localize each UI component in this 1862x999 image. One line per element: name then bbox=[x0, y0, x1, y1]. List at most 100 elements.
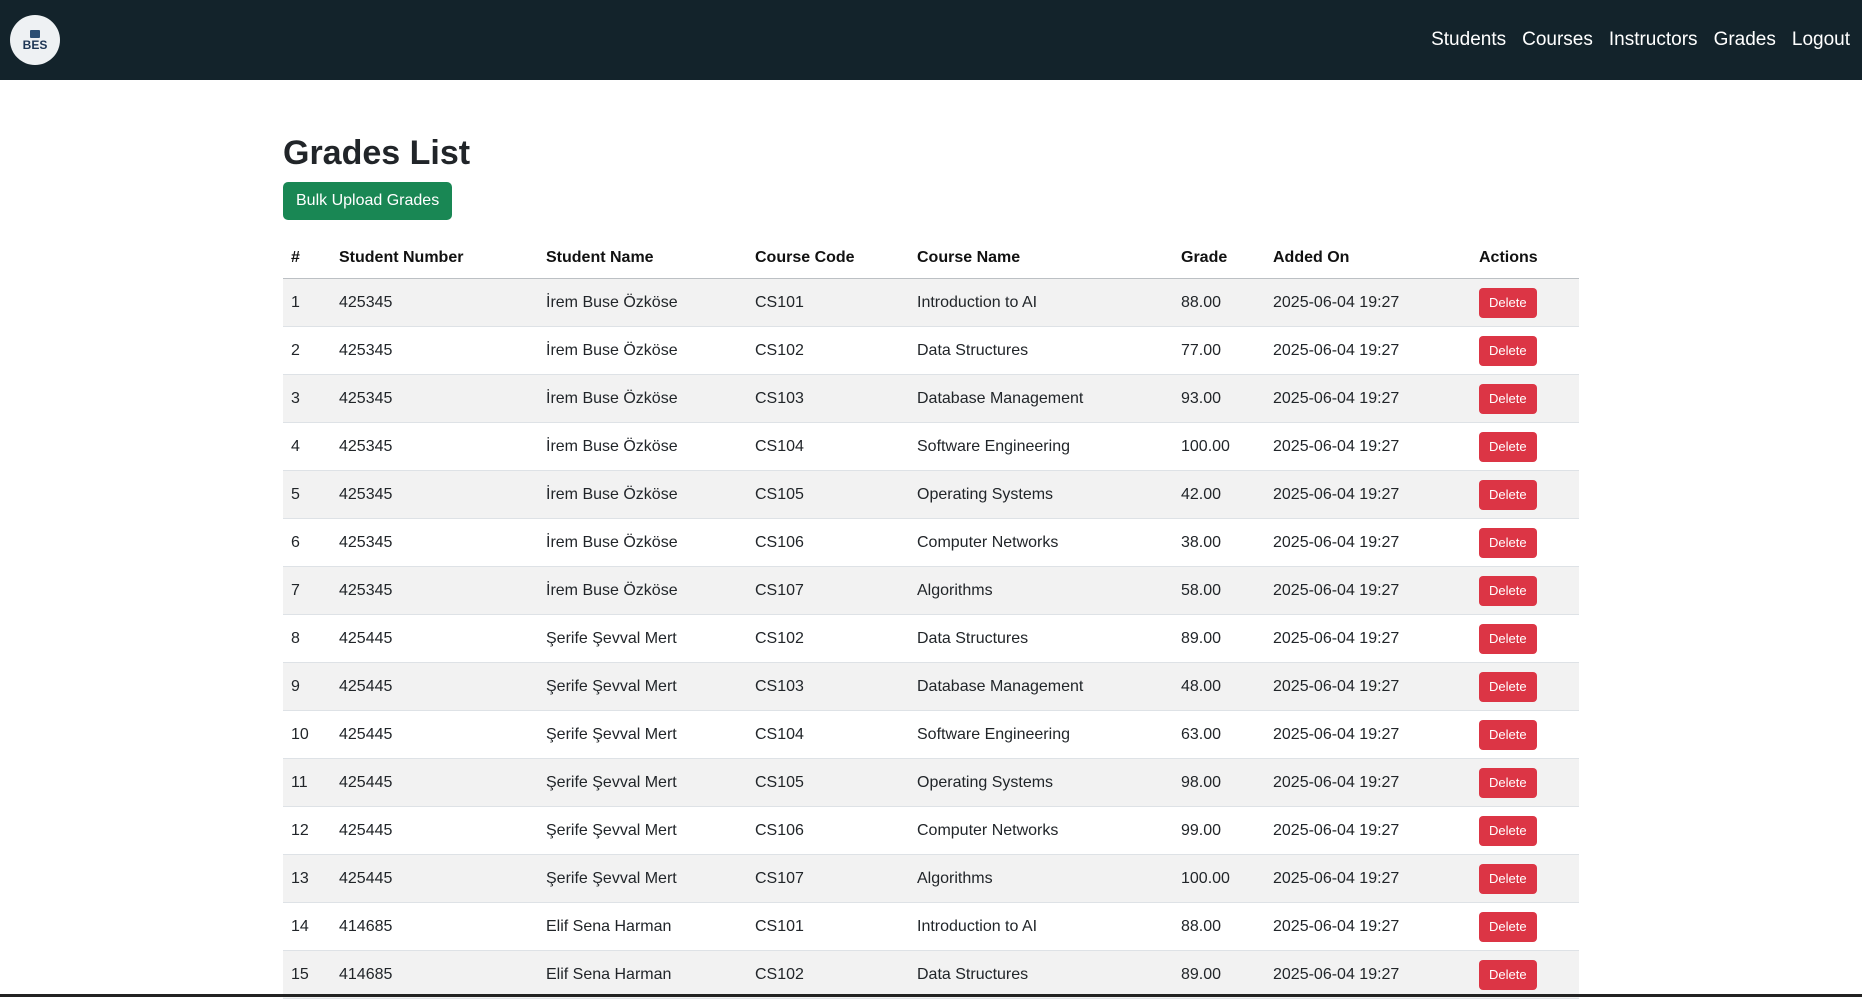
cell-course-name: Algorithms bbox=[909, 566, 1173, 615]
logo-text: BES bbox=[22, 37, 48, 52]
table-row: 12 425445 Şerife Şevval Mert CS106 Computer … bbox=[283, 806, 1579, 855]
cell-grade: 89.00 bbox=[1173, 950, 1265, 999]
delete-button[interactable]: Delete bbox=[1479, 575, 1537, 606]
bulk-upload-button[interactable]: Bulk Upload Grades bbox=[283, 182, 453, 220]
cell-course-code: CS105 bbox=[747, 470, 909, 519]
delete-button[interactable]: Delete bbox=[1479, 335, 1537, 366]
cell-actions: Delete bbox=[1471, 854, 1579, 903]
logo[interactable]: BES bbox=[10, 15, 60, 65]
cell-actions: Delete bbox=[1471, 326, 1579, 375]
cell-grade: 88.00 bbox=[1173, 278, 1265, 327]
cell-student-name: İrem Buse Özköse bbox=[538, 422, 747, 471]
cell-index: 1 bbox=[283, 278, 331, 327]
nav-link-students[interactable]: Students bbox=[1431, 29, 1506, 51]
header-course-code: Course Code bbox=[747, 238, 909, 279]
cell-actions: Delete bbox=[1471, 278, 1579, 327]
cell-index: 2 bbox=[283, 326, 331, 375]
table-body: 1 425345 İrem Buse Özköse CS101 Introduction… bbox=[283, 278, 1579, 999]
nav-link-instructors[interactable]: Instructors bbox=[1609, 29, 1698, 51]
cell-student-name: İrem Buse Özköse bbox=[538, 278, 747, 327]
cell-course-name: Data Structures bbox=[909, 950, 1173, 999]
cell-index: 15 bbox=[283, 950, 331, 999]
cell-actions: Delete bbox=[1471, 518, 1579, 567]
delete-button[interactable]: Delete bbox=[1479, 719, 1537, 750]
cell-course-code: CS106 bbox=[747, 806, 909, 855]
cell-student-number: 425445 bbox=[331, 662, 538, 711]
delete-button[interactable]: Delete bbox=[1479, 959, 1537, 990]
cell-student-name: Şerife Şevval Mert bbox=[538, 806, 747, 855]
cell-course-name: Database Management bbox=[909, 374, 1173, 423]
table-row: 6 425345 İrem Buse Özköse CS106 Computer Net… bbox=[283, 518, 1579, 567]
cell-index: 12 bbox=[283, 806, 331, 855]
page-title: Grades List bbox=[283, 134, 471, 172]
cell-student-number: 414685 bbox=[331, 902, 538, 951]
cell-grade: 98.00 bbox=[1173, 758, 1265, 807]
cell-course-name: Operating Systems bbox=[909, 470, 1173, 519]
cell-course-name: Introduction to AI bbox=[909, 278, 1173, 327]
cell-grade: 88.00 bbox=[1173, 902, 1265, 951]
cell-index: 4 bbox=[283, 422, 331, 471]
cell-student-number: 425345 bbox=[331, 374, 538, 423]
nav-link-logout[interactable]: Logout bbox=[1792, 29, 1850, 51]
delete-button[interactable]: Delete bbox=[1479, 863, 1537, 894]
cell-course-code: CS102 bbox=[747, 950, 909, 999]
header-grade: Grade bbox=[1173, 238, 1265, 279]
cell-student-name: Şerife Şevval Mert bbox=[538, 710, 747, 759]
cell-actions: Delete bbox=[1471, 806, 1579, 855]
cell-grade: 99.00 bbox=[1173, 806, 1265, 855]
cell-index: 5 bbox=[283, 470, 331, 519]
cell-grade: 77.00 bbox=[1173, 326, 1265, 375]
table-row: 1 425345 İrem Buse Özköse CS101 Introduction… bbox=[283, 278, 1579, 327]
cell-added-on: 2025-06-04 19:27 bbox=[1265, 518, 1471, 567]
delete-button[interactable]: Delete bbox=[1479, 479, 1537, 510]
cell-grade: 89.00 bbox=[1173, 614, 1265, 663]
cell-student-name: Şerife Şevval Mert bbox=[538, 614, 747, 663]
header-added-on: Added On bbox=[1265, 238, 1471, 279]
cell-index: 11 bbox=[283, 758, 331, 807]
navbar: BES Students Courses Instructors Grades … bbox=[0, 0, 1862, 80]
table-row: 4 425345 İrem Buse Özköse CS104 Software Eng… bbox=[283, 422, 1579, 471]
cell-course-name: Computer Networks bbox=[909, 806, 1173, 855]
cell-course-name: Introduction to AI bbox=[909, 902, 1173, 951]
table-row: 7 425345 İrem Buse Özköse CS107 Algorithms 58… bbox=[283, 566, 1579, 615]
header-index: # bbox=[283, 238, 331, 279]
cell-student-number: 414685 bbox=[331, 950, 538, 999]
cell-grade: 42.00 bbox=[1173, 470, 1265, 519]
delete-button[interactable]: Delete bbox=[1479, 815, 1537, 846]
delete-button[interactable]: Delete bbox=[1479, 767, 1537, 798]
table-header-row: # Student Number Student Name Course Cod… bbox=[283, 238, 1579, 279]
header-student-name: Student Name bbox=[538, 238, 747, 279]
delete-button[interactable]: Delete bbox=[1479, 911, 1537, 942]
table-row: 3 425345 İrem Buse Özköse CS103 Database Man… bbox=[283, 374, 1579, 423]
cell-added-on: 2025-06-04 19:27 bbox=[1265, 710, 1471, 759]
delete-button[interactable]: Delete bbox=[1479, 671, 1537, 702]
cell-course-name: Algorithms bbox=[909, 854, 1173, 903]
table-row: 9 425445 Şerife Şevval Mert CS103 Database M… bbox=[283, 662, 1579, 711]
cell-grade: 63.00 bbox=[1173, 710, 1265, 759]
cell-actions: Delete bbox=[1471, 758, 1579, 807]
cell-actions: Delete bbox=[1471, 470, 1579, 519]
delete-button[interactable]: Delete bbox=[1479, 623, 1537, 654]
cell-student-number: 425445 bbox=[331, 710, 538, 759]
cell-student-number: 425445 bbox=[331, 614, 538, 663]
cell-student-name: İrem Buse Özköse bbox=[538, 374, 747, 423]
delete-button[interactable]: Delete bbox=[1479, 287, 1537, 318]
cell-course-name: Database Management bbox=[909, 662, 1173, 711]
cell-student-number: 425345 bbox=[331, 422, 538, 471]
nav-link-courses[interactable]: Courses bbox=[1522, 29, 1593, 51]
cell-student-number: 425445 bbox=[331, 854, 538, 903]
cell-grade: 58.00 bbox=[1173, 566, 1265, 615]
cell-index: 10 bbox=[283, 710, 331, 759]
cell-student-number: 425345 bbox=[331, 518, 538, 567]
cell-index: 6 bbox=[283, 518, 331, 567]
cell-index: 7 bbox=[283, 566, 331, 615]
delete-button[interactable]: Delete bbox=[1479, 527, 1537, 558]
delete-button[interactable]: Delete bbox=[1479, 431, 1537, 462]
cell-actions: Delete bbox=[1471, 374, 1579, 423]
table-row: 14 414685 Elif Sena Harman CS101 Introductio… bbox=[283, 902, 1579, 951]
delete-button[interactable]: Delete bbox=[1479, 383, 1537, 414]
nav-link-grades[interactable]: Grades bbox=[1714, 29, 1776, 51]
cell-index: 9 bbox=[283, 662, 331, 711]
cell-student-number: 425445 bbox=[331, 758, 538, 807]
header-student-number: Student Number bbox=[331, 238, 538, 279]
